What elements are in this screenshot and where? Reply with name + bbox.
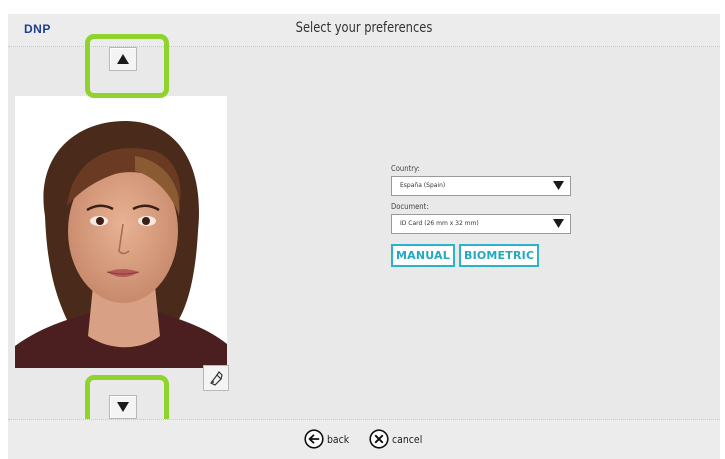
crop-button[interactable] <box>203 365 229 391</box>
dnp-logo: DNP <box>24 22 51 36</box>
country-select[interactable]: España (Spain) <box>391 176 571 196</box>
mode-buttons: MANUAL BIOMETRIC <box>391 244 571 267</box>
footer-bar: back cancel <box>8 419 720 459</box>
x-circle-icon <box>369 429 389 449</box>
page-title: Select your preferences <box>295 20 433 36</box>
scroll-up-button[interactable] <box>109 47 137 71</box>
crop-tool-icon <box>210 371 223 386</box>
back-label: back <box>327 432 350 446</box>
manual-button[interactable]: MANUAL <box>391 244 455 267</box>
triangle-up-icon <box>117 54 129 64</box>
portrait-photo <box>15 96 227 368</box>
document-value: ID Card (26 mm x 32 mm) <box>400 220 479 227</box>
cancel-button[interactable]: cancel <box>369 429 428 449</box>
scroll-down-button[interactable] <box>109 395 137 419</box>
country-value: España (Spain) <box>400 182 446 189</box>
header-bar: DNP Select your preferences <box>8 14 720 47</box>
document-label: Document: <box>391 202 429 211</box>
preferences-form: Country: España (Spain) Document: ID Car… <box>391 164 571 267</box>
document-select[interactable]: ID Card (26 mm x 32 mm) <box>391 214 571 234</box>
back-button[interactable]: back <box>304 429 353 449</box>
dropdown-arrow-icon <box>553 219 564 228</box>
dropdown-arrow-icon <box>553 181 564 190</box>
arrow-left-circle-icon <box>304 429 324 449</box>
biometric-button[interactable]: BIOMETRIC <box>458 244 540 267</box>
triangle-down-icon <box>117 402 129 412</box>
country-label: Country: <box>391 164 420 173</box>
cancel-label: cancel <box>392 432 423 446</box>
kiosk-screen: DNP Select your preferences Country: Esp… <box>8 14 720 459</box>
